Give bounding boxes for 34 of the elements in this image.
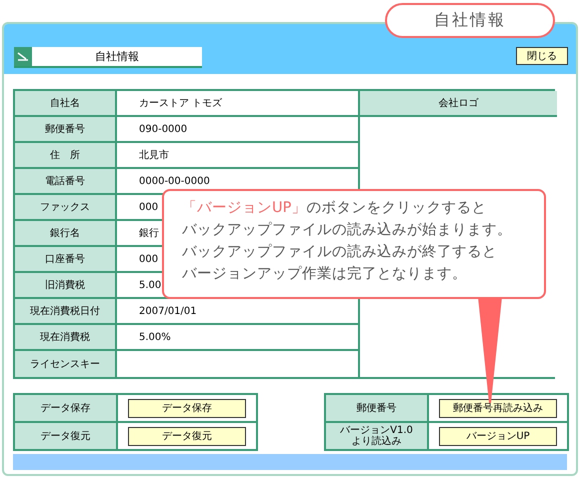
close-button[interactable]: 閉じる	[516, 47, 568, 65]
action-label: バージョンV1.0 より読込み	[326, 423, 429, 451]
field-label: 郵便番号	[15, 117, 117, 143]
action-label: データ保存	[15, 395, 118, 423]
field-label: 口座番号	[15, 247, 117, 273]
field-value: 2007/01/01	[139, 306, 197, 316]
field-value: カーストア トモズ	[139, 97, 222, 110]
field-value: 000	[139, 254, 158, 264]
field-value: 銀行	[139, 227, 159, 240]
field-label: 旧消費税	[15, 273, 117, 299]
field-label: 銀行名	[15, 221, 117, 247]
field-value: 000	[139, 202, 158, 212]
logo-heading: 会社ロゴ	[360, 91, 557, 117]
field-value: 北見市	[139, 148, 169, 162]
action-button[interactable]: バージョンUP	[439, 426, 557, 446]
field-label: 住 所	[15, 143, 117, 169]
action-label: 郵便番号	[326, 395, 429, 423]
action-button[interactable]: データ復元	[128, 426, 246, 446]
action-button[interactable]: データ保存	[128, 398, 246, 418]
field-label: 電話番号	[15, 169, 117, 195]
action-button[interactable]: 郵便番号再読み込み	[439, 398, 557, 418]
field-label: 現在消費税日付	[15, 299, 117, 325]
callout-tooltip: 「バージョンUP」のボタンをクリックすると バックアップファイルの読み込みが始まります。 バックアップファイルの読み込みが終了すると バージョンアップ作業は完了となります。	[162, 189, 546, 299]
field-value: 0000-00-0000	[139, 176, 210, 186]
field-label: 現在消費税	[15, 325, 117, 351]
field-label: ファックス	[15, 195, 117, 221]
field-value: 090-0000	[139, 124, 188, 134]
field-value: 5.00%	[139, 332, 171, 342]
panel-title-text: 自社情報	[94, 49, 140, 64]
field-value: 5.00	[139, 280, 162, 290]
field-label: 自社名	[15, 91, 117, 117]
field-label: ライセンスキー	[15, 351, 117, 377]
page-title: 自社情報	[385, 3, 555, 38]
action-label: データ復元	[15, 423, 118, 451]
